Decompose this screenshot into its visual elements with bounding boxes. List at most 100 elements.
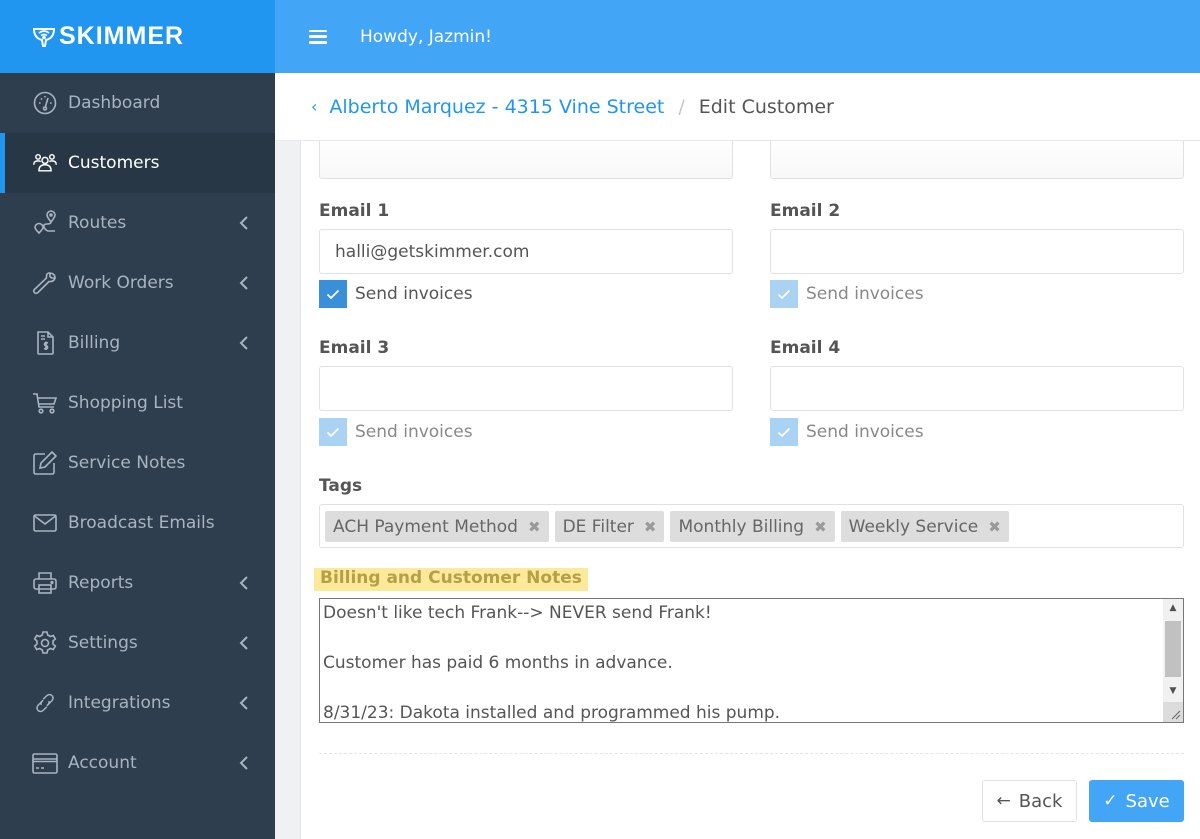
sidebar-item-label: Billing: [68, 333, 121, 353]
sidebar-item-integrations[interactable]: Integrations: [0, 673, 275, 733]
email-2-label: Email 2: [770, 201, 841, 221]
topbar: Howdy, Jazmin!: [275, 0, 1200, 73]
sidebar-item-label: Service Notes: [68, 453, 186, 473]
breadcrumb-customer-link[interactable]: Alberto Marquez - 4315 Vine Street: [329, 96, 664, 118]
chevron-left-icon: [239, 216, 248, 230]
notes-textarea[interactable]: Doesn't like tech Frank--> NEVER send Fr…: [319, 598, 1184, 723]
check-icon: ✓: [1103, 791, 1118, 811]
tag-label: Monthly Billing: [678, 516, 805, 537]
resize-grip-icon[interactable]: [1163, 702, 1183, 722]
sidebar-item-label: Broadcast Emails: [68, 513, 215, 533]
email-1-send-invoices-checkbox[interactable]: Send invoices: [319, 280, 473, 308]
breadcrumb: ‹ Alberto Marquez - 4315 Vine Street / E…: [275, 73, 1200, 141]
sidebar-item-label: Routes: [68, 213, 127, 233]
sidebar-item-label: Account: [68, 753, 137, 773]
dashboard-gauge-icon: [32, 90, 58, 116]
link-icon: [32, 690, 58, 716]
sidebar-item-broadcast-emails[interactable]: Broadcast Emails: [0, 493, 275, 553]
send-invoices-label: Send invoices: [355, 422, 473, 442]
sidebar-nav: Dashboard Customers Routes Work Orders B…: [0, 73, 275, 793]
credit-card-icon: [32, 750, 58, 776]
arrow-left-icon: ←: [996, 791, 1011, 811]
sidebar-item-label: Shopping List: [68, 393, 183, 413]
notes-text: Doesn't like tech Frank--> NEVER send Fr…: [323, 603, 781, 723]
form-divider: [319, 753, 1184, 754]
chevron-left-icon: [239, 276, 248, 290]
remove-tag-icon[interactable]: ✖: [644, 518, 657, 536]
email-4-input[interactable]: [770, 366, 1184, 411]
greeting-text: Howdy, Jazmin!: [360, 26, 492, 47]
sidebar-item-label: Dashboard: [68, 93, 161, 113]
sidebar-item-billing[interactable]: Billing: [0, 313, 275, 373]
main-content: Email 1 halli@getskimmer.com Send invoic…: [275, 137, 1200, 839]
edit-customer-form: Email 1 halli@getskimmer.com Send invoic…: [300, 137, 1200, 839]
tags-label: Tags: [319, 476, 363, 496]
remove-tag-icon[interactable]: ✖: [528, 518, 541, 536]
back-button-label: Back: [1018, 790, 1063, 812]
cart-icon: [32, 390, 58, 416]
email-1-input[interactable]: halli@getskimmer.com: [319, 229, 733, 274]
sidebar-item-settings[interactable]: Settings: [0, 613, 275, 673]
sidebar-item-routes[interactable]: Routes: [0, 193, 275, 253]
email-4-send-invoices-checkbox[interactable]: Send invoices: [770, 418, 924, 446]
sidebar-item-account[interactable]: Account: [0, 733, 275, 793]
hamburger-icon[interactable]: [309, 29, 327, 44]
tag-chip: Weekly Service ✖: [840, 511, 1009, 542]
tag-chip: DE Filter ✖: [554, 511, 665, 542]
sidebar-item-reports[interactable]: Reports: [0, 553, 275, 613]
brand-name: SKIMMER: [59, 22, 185, 50]
tag-chip: Monthly Billing ✖: [670, 511, 835, 542]
envelope-icon: [32, 510, 58, 536]
scroll-thumb[interactable]: [1165, 621, 1181, 677]
scroll-down-arrow-icon[interactable]: ▼: [1163, 682, 1183, 700]
sidebar-item-shopping-list[interactable]: Shopping List: [0, 373, 275, 433]
gear-icon: [32, 630, 58, 656]
send-invoices-label: Send invoices: [806, 284, 924, 304]
save-button[interactable]: ✓ Save: [1089, 780, 1184, 822]
sidebar-item-service-notes[interactable]: Service Notes: [0, 433, 275, 493]
phone-input-partial[interactable]: [319, 137, 733, 179]
checkbox-checked-icon: [770, 280, 798, 308]
checkbox-checked-icon: [770, 418, 798, 446]
tag-label: Weekly Service: [848, 516, 979, 537]
sidebar-item-dashboard[interactable]: Dashboard: [0, 73, 275, 133]
email-3-send-invoices-checkbox[interactable]: Send invoices: [319, 418, 473, 446]
email-2-input[interactable]: [770, 229, 1184, 274]
email-3-input[interactable]: [319, 366, 733, 411]
chevron-left-icon[interactable]: ‹: [311, 97, 317, 116]
printer-icon: [32, 570, 58, 596]
sidebar-item-label: Settings: [68, 633, 138, 653]
route-icon: [32, 210, 58, 236]
email-1-label: Email 1: [319, 201, 390, 221]
sidebar-item-work-orders[interactable]: Work Orders: [0, 253, 275, 313]
notes-label: Billing and Customer Notes: [314, 568, 588, 591]
edit-note-icon: [32, 450, 58, 476]
scroll-up-arrow-icon[interactable]: ▲: [1163, 599, 1183, 617]
tag-chip: ACH Payment Method ✖: [325, 511, 549, 542]
sidebar-item-label: Reports: [68, 573, 134, 593]
sidebar: SKIMMER Dashboard Customers Routes Work …: [0, 0, 275, 839]
save-button-label: Save: [1125, 790, 1170, 812]
remove-tag-icon[interactable]: ✖: [814, 518, 827, 536]
chevron-left-icon: [239, 636, 248, 650]
remove-tag-icon[interactable]: ✖: [988, 518, 1001, 536]
sidebar-item-label: Work Orders: [68, 273, 174, 293]
tags-input[interactable]: ACH Payment Method ✖ DE Filter ✖ Monthly B…: [319, 504, 1184, 548]
chevron-left-icon: [239, 576, 248, 590]
tag-label: DE Filter: [562, 516, 634, 537]
checkbox-checked-icon: [319, 418, 347, 446]
back-button[interactable]: ← Back: [982, 780, 1077, 822]
phone-input-partial[interactable]: [770, 137, 1184, 179]
users-icon: [32, 150, 58, 176]
wrench-icon: [32, 270, 58, 296]
sidebar-item-customers[interactable]: Customers: [0, 133, 275, 193]
brand-logo[interactable]: SKIMMER: [0, 0, 275, 73]
chevron-left-icon: [239, 756, 248, 770]
send-invoices-label: Send invoices: [806, 422, 924, 442]
sidebar-item-label: Customers: [68, 153, 160, 173]
chevron-left-icon: [239, 696, 248, 710]
email-2-send-invoices-checkbox[interactable]: Send invoices: [770, 280, 924, 308]
skimmer-logo-icon: [32, 27, 56, 47]
checkbox-checked-icon: [319, 280, 347, 308]
email-3-label: Email 3: [319, 338, 390, 358]
